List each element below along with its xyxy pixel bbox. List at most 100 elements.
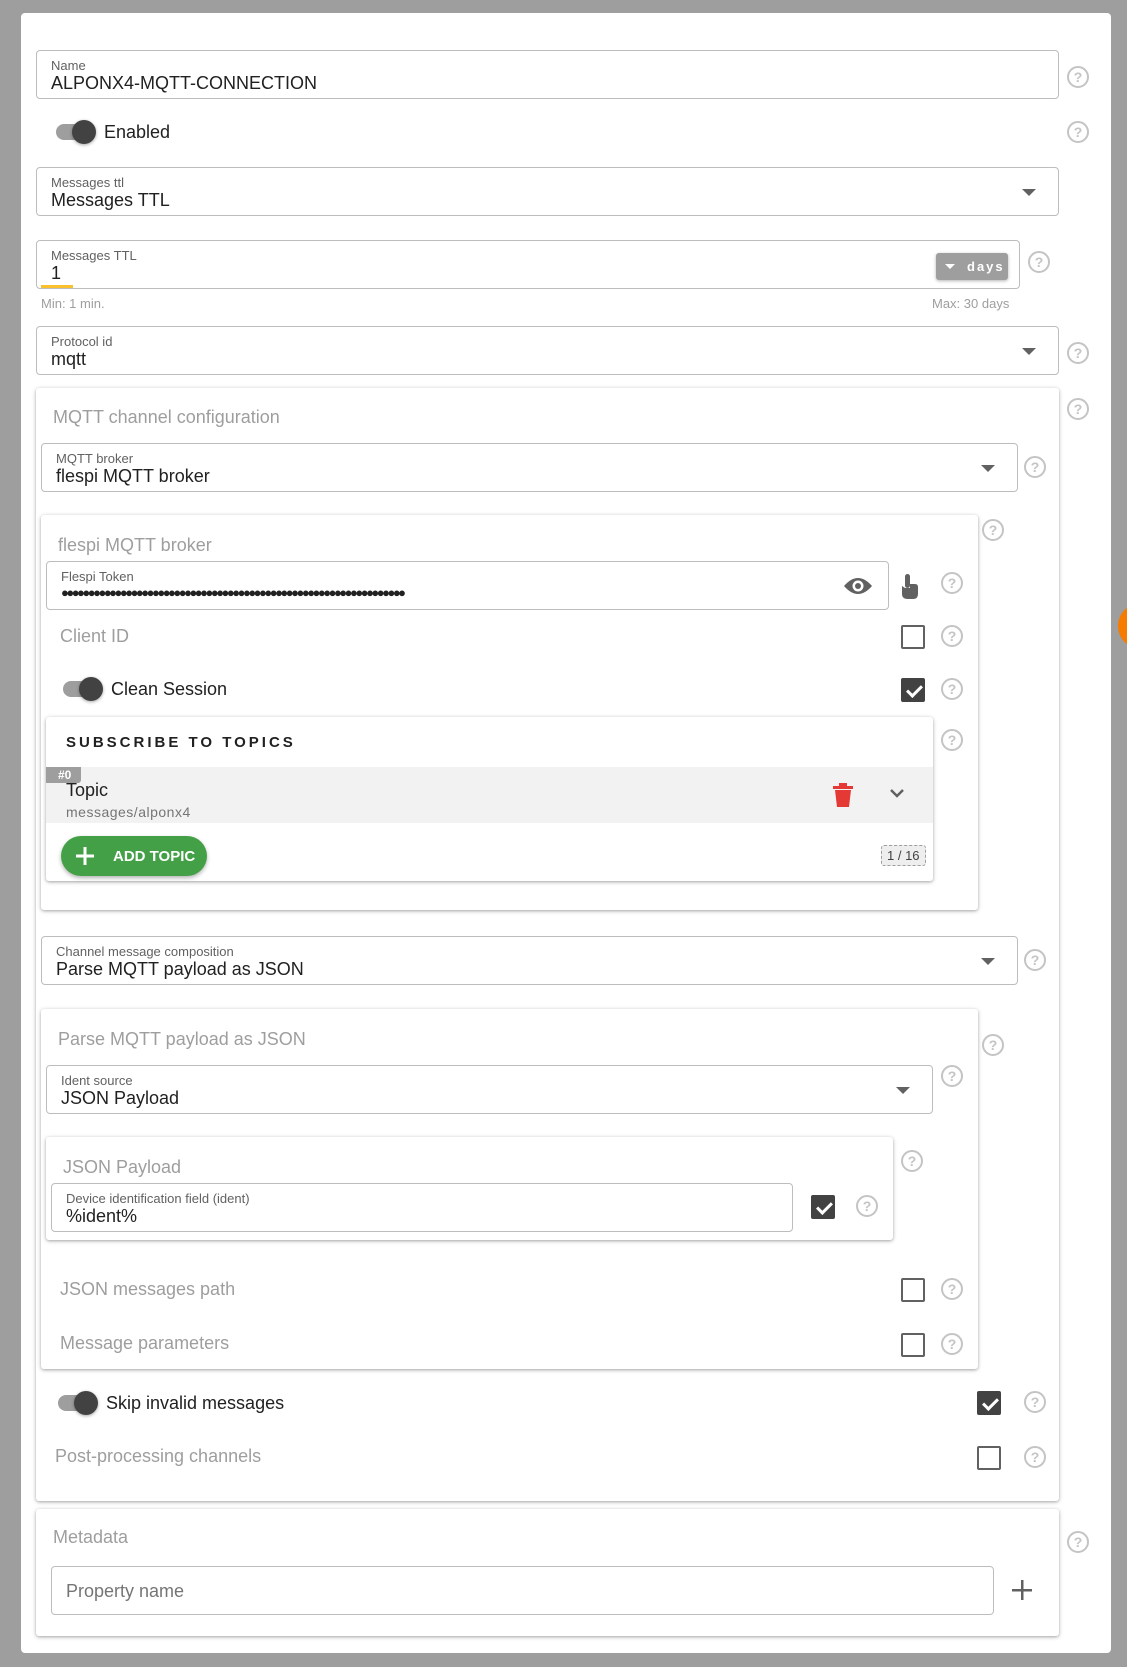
help-icon[interactable]: ? [941, 1065, 963, 1087]
help-icon[interactable]: ? [901, 1150, 923, 1172]
device-ident-checkbox[interactable] [811, 1195, 835, 1219]
floating-action-button[interactable] [1118, 603, 1127, 649]
topic-row[interactable]: #0 Topic messages/alponx4 [46, 767, 933, 823]
json-parse-section: Parse MQTT payload as JSON Ident source … [41, 1009, 978, 1369]
message-params-checkbox[interactable] [901, 1333, 925, 1357]
subscribe-topics-card: SUBSCRIBE TO TOPICS #0 Topic messages/al… [46, 717, 933, 881]
composition-value: Parse MQTT payload as JSON [56, 959, 304, 979]
protocol-select[interactable]: Protocol id mqtt [36, 326, 1059, 375]
help-icon[interactable]: ? [1024, 1391, 1046, 1413]
topic-value: messages/alponx4 [66, 804, 191, 820]
flespi-token-value: ●●●●●●●●●●●●●●●●●●●●●●●●●●●●●●●●●●●●●●●●… [61, 585, 406, 600]
post-processing-label: Post-processing channels [55, 1446, 262, 1466]
help-icon[interactable]: ? [941, 572, 963, 594]
mqtt-broker-select[interactable]: MQTT broker flespi MQTT broker [41, 443, 1018, 492]
add-topic-label: ADD TOPIC [113, 848, 196, 865]
skip-invalid-toggle[interactable]: Skip invalid messages [58, 1388, 298, 1418]
messages-ttl-select[interactable]: Messages ttl Messages TTL [36, 167, 1059, 216]
protocol-value: mqtt [51, 349, 87, 369]
unit-label: days [967, 259, 1005, 274]
enabled-toggle[interactable]: Enabled [56, 117, 176, 147]
enabled-label: Enabled [104, 122, 171, 142]
ttl-max-hint: Max: 30 days [932, 296, 1010, 311]
mqtt-broker-label: MQTT broker [56, 451, 134, 466]
delete-topic-icon[interactable] [833, 783, 853, 807]
json-messages-path-label: JSON messages path [60, 1279, 236, 1299]
flespi-token-field[interactable]: Flespi Token ●●●●●●●●●●●●●●●●●●●●●●●●●●●… [46, 561, 889, 610]
clean-session-toggle[interactable]: Clean Session [63, 674, 233, 704]
name-label: Name [51, 58, 86, 73]
help-icon[interactable]: ? [1067, 66, 1089, 88]
composition-select[interactable]: Channel message composition Parse MQTT p… [41, 936, 1018, 985]
ttl-min-hint: Min: 1 min. [41, 296, 105, 311]
dropdown-arrow-icon [896, 1086, 910, 1094]
flespi-token-label: Flespi Token [61, 569, 134, 584]
help-icon[interactable]: ? [1067, 121, 1089, 143]
json-messages-path-checkbox[interactable] [901, 1278, 925, 1302]
composition-label: Channel message composition [56, 944, 234, 959]
topics-counter-badge: 1 / 16 [881, 845, 926, 866]
help-icon[interactable]: ? [1067, 1531, 1089, 1553]
ident-source-select[interactable]: Ident source JSON Payload [46, 1065, 933, 1114]
toggle-knob [72, 120, 96, 144]
client-id-checkbox[interactable] [901, 625, 925, 649]
help-icon[interactable]: ? [941, 678, 963, 700]
messages-ttl-select-label: Messages ttl [51, 175, 124, 190]
touch-icon[interactable] [896, 572, 922, 600]
topic-label: Topic [66, 780, 109, 800]
unit-dropdown-button[interactable]: days [936, 253, 1008, 280]
plus-icon [76, 847, 94, 865]
skip-invalid-label: Skip invalid messages [106, 1393, 285, 1413]
messages-ttl-select-value: Messages TTL [51, 190, 170, 210]
help-icon[interactable]: ? [941, 1333, 963, 1355]
protocol-label: Protocol id [51, 334, 113, 349]
message-params-label: Message parameters [60, 1333, 230, 1353]
post-processing-checkbox[interactable] [977, 1446, 1001, 1470]
add-property-icon[interactable] [1012, 1580, 1032, 1600]
property-name-input[interactable]: Property name [51, 1566, 994, 1615]
ident-source-value: JSON Payload [61, 1088, 180, 1108]
name-field[interactable]: Name ALPONX4-MQTT-CONNECTION [36, 50, 1059, 99]
skip-invalid-checkbox[interactable] [977, 1391, 1001, 1415]
metadata-section: Metadata Property name [36, 1509, 1059, 1636]
add-topic-button[interactable]: ADD TOPIC [61, 836, 207, 876]
help-icon[interactable]: ? [1067, 398, 1089, 420]
messages-ttl-input[interactable]: Messages TTL 1 days [36, 240, 1020, 289]
json-payload-title: JSON Payload [63, 1157, 182, 1177]
help-icon[interactable]: ? [982, 519, 1004, 541]
help-icon[interactable]: ? [1024, 949, 1046, 971]
name-value: ALPONX4-MQTT-CONNECTION [51, 73, 318, 93]
help-icon[interactable]: ? [941, 729, 963, 751]
device-ident-field[interactable]: Device identification field (ident) %ide… [51, 1183, 793, 1232]
help-icon[interactable]: ? [1024, 456, 1046, 478]
help-icon[interactable]: ? [941, 625, 963, 647]
expand-topic-icon[interactable] [889, 787, 905, 799]
mqtt-config-title: MQTT channel configuration [53, 407, 280, 427]
metadata-title: Metadata [53, 1527, 129, 1547]
help-icon[interactable]: ? [1067, 342, 1089, 364]
messages-ttl-label: Messages TTL [51, 248, 137, 263]
ttl-progress [41, 285, 73, 288]
clean-session-label: Clean Session [111, 679, 228, 699]
help-icon[interactable]: ? [1024, 1446, 1046, 1468]
help-icon[interactable]: ? [941, 1278, 963, 1300]
dropdown-arrow-icon [1022, 188, 1036, 196]
flespi-broker-title: flespi MQTT broker [58, 535, 212, 555]
clean-session-checkbox[interactable] [901, 678, 925, 702]
dropdown-arrow-icon [981, 464, 995, 472]
subscribe-topics-heading: SUBSCRIBE TO TOPICS [66, 734, 296, 751]
device-ident-label: Device identification field (ident) [66, 1191, 250, 1206]
dropdown-arrow-icon [1022, 347, 1036, 355]
dropdown-arrow-icon [981, 957, 995, 965]
client-id-label: Client ID [60, 626, 130, 646]
help-icon[interactable]: ? [982, 1034, 1004, 1056]
json-payload-card: JSON Payload Device identification field… [46, 1137, 893, 1240]
help-icon[interactable]: ? [856, 1195, 878, 1217]
mqtt-config-section: MQTT channel configuration MQTT broker f… [36, 388, 1059, 1501]
messages-ttl-value: 1 [51, 263, 62, 283]
eye-icon[interactable] [843, 576, 873, 596]
property-name-placeholder: Property name [66, 1581, 185, 1601]
help-icon[interactable]: ? [1028, 251, 1050, 273]
flespi-broker-section: flespi MQTT broker Flespi Token ●●●●●●●●… [41, 515, 978, 910]
ident-source-label: Ident source [61, 1073, 133, 1088]
